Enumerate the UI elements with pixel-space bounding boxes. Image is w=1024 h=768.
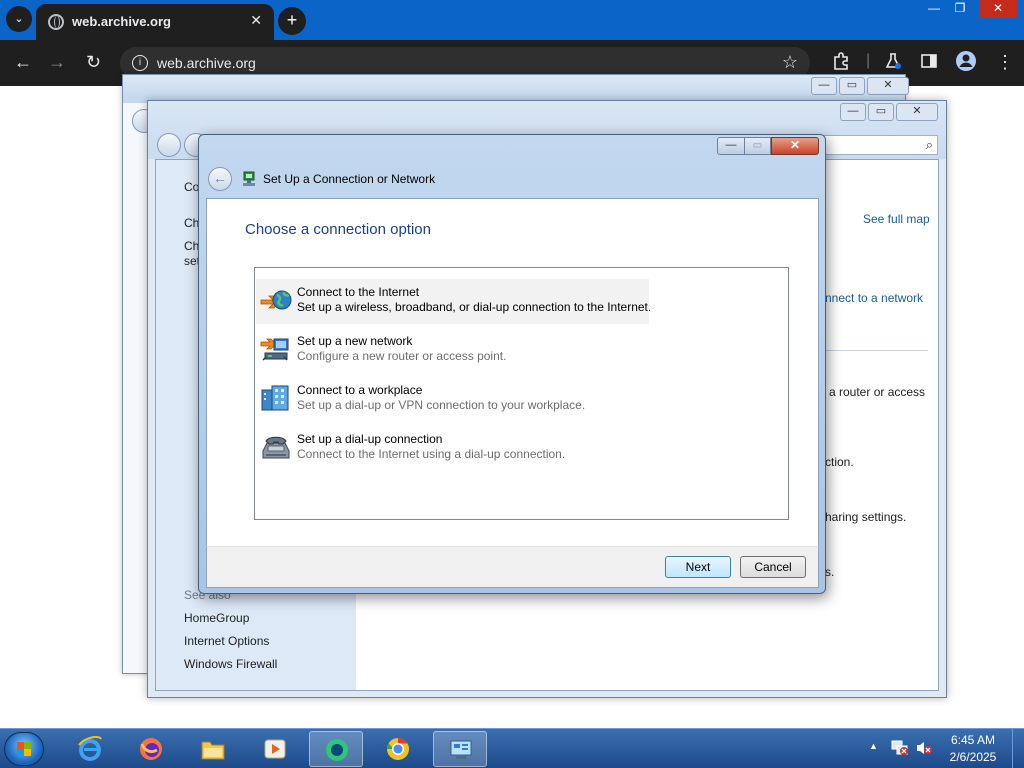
- option-title: Set up a dial-up connection: [297, 432, 443, 446]
- dialog-footer: Next Cancel: [206, 546, 819, 588]
- back-window-maximize-button[interactable]: ▭: [839, 77, 865, 95]
- setup-connection-dialog[interactable]: — ▭ ✕ ← Set Up a Connection or Network C…: [198, 134, 826, 594]
- option-title: Connect to the Internet: [297, 285, 420, 299]
- firefox-icon: [140, 738, 162, 760]
- folder-icon: [201, 741, 225, 760]
- address-url: web.archive.org: [157, 55, 256, 71]
- taskbar-control-panel[interactable]: [433, 731, 487, 767]
- back-button[interactable]: ←: [14, 52, 32, 73]
- option-dial-up[interactable]: Set up a dial-up connection Connect to t…: [256, 426, 649, 471]
- volume-muted-icon[interactable]: [915, 740, 933, 756]
- dialog-close-button[interactable]: ✕: [771, 137, 819, 155]
- browser-tabstrip: ⌄ web.archive.org ✕ + — ❐ ✕: [0, 0, 1024, 40]
- windows-taskbar: ▲ 6:45 AM 2/6/2025: [0, 728, 1024, 768]
- taskbar-media-player[interactable]: [248, 731, 302, 767]
- dialog-content: Choose a connection option Connect to th…: [206, 198, 819, 546]
- task-description-text: s.: [825, 565, 835, 579]
- network-window-minimize-button[interactable]: —: [840, 103, 866, 121]
- reload-button[interactable]: ↻: [86, 52, 101, 73]
- dialog-back-arrow-icon: ←: [208, 167, 232, 191]
- taskbar-chromium[interactable]: [371, 731, 425, 767]
- clock-time[interactable]: 6:45 AM: [944, 733, 1002, 747]
- labs-flask-icon[interactable]: [884, 52, 902, 75]
- side-panel-icon[interactable]: [920, 52, 938, 75]
- taskbar-firefox[interactable]: [124, 731, 178, 767]
- menu-kebab-icon[interactable]: ⋮: [996, 52, 1014, 73]
- control-panel-icon: [450, 740, 472, 759]
- media-player-icon: [264, 739, 286, 759]
- network-window-maximize-button[interactable]: ▭: [868, 103, 894, 121]
- globe-icon: [48, 14, 64, 30]
- back-window-close-button[interactable]: ✕: [867, 77, 909, 95]
- network-error-icon[interactable]: [891, 740, 909, 756]
- chromium-icon: [387, 738, 409, 760]
- dialog-heading: Choose a connection option: [245, 221, 431, 238]
- dialog-title: Set Up a Connection or Network: [263, 172, 436, 186]
- windows-firewall-link[interactable]: Windows Firewall: [184, 657, 277, 671]
- globe-network-icon: [260, 290, 292, 310]
- search-icon: ⌕: [925, 137, 933, 152]
- forward-button[interactable]: →: [48, 52, 66, 73]
- homegroup-link[interactable]: HomeGroup: [184, 611, 249, 625]
- network-window-back-icon[interactable]: [157, 133, 181, 157]
- window-restore-button[interactable]: ❐: [942, 0, 978, 18]
- start-button[interactable]: [4, 732, 44, 766]
- taskbar-internet-explorer[interactable]: [63, 731, 117, 767]
- browser-tab[interactable]: web.archive.org ✕: [36, 4, 274, 40]
- option-description: Configure a new router or access point.: [297, 349, 507, 363]
- toolbar-divider: |: [866, 52, 871, 69]
- new-tab-button[interactable]: +: [278, 7, 306, 35]
- tab-search-button[interactable]: ⌄: [6, 6, 32, 32]
- option-description: Connect to the Internet using a dial-up …: [297, 447, 566, 461]
- task-description-text: ction.: [825, 455, 854, 469]
- internet-explorer-icon: [78, 736, 102, 761]
- window-close-button[interactable]: ✕: [979, 0, 1017, 18]
- section-divider: [820, 350, 928, 351]
- bookmark-star-icon[interactable]: ☆: [782, 52, 798, 73]
- cancel-button[interactable]: Cancel: [740, 556, 806, 578]
- connect-to-network-link[interactable]: nnect to a network: [825, 291, 923, 305]
- taskbar-windows-explorer[interactable]: [186, 731, 240, 767]
- dialog-minimize-button[interactable]: —: [717, 137, 745, 155]
- option-title: Set up a new network: [297, 334, 413, 348]
- option-new-network[interactable]: Set up a new network Configure a new rou…: [256, 328, 649, 373]
- back-window-minimize-button[interactable]: —: [811, 77, 837, 95]
- option-title: Connect to a workplace: [297, 383, 423, 397]
- active-app-icon: [326, 739, 348, 761]
- option-description: Set up a wireless, broadband, or dial-up…: [297, 300, 652, 314]
- network-window-close-button[interactable]: ✕: [896, 103, 938, 121]
- tab-title: web.archive.org: [72, 14, 171, 29]
- show-desktop-button[interactable]: [1012, 729, 1024, 768]
- see-full-map-link[interactable]: See full map: [863, 212, 930, 226]
- show-hidden-icons-button[interactable]: ▲: [869, 741, 878, 751]
- task-description-text: haring settings.: [825, 510, 907, 524]
- clock-date[interactable]: 2/6/2025: [944, 750, 1002, 764]
- dialog-maximize-button: ▭: [745, 137, 771, 155]
- site-info-icon[interactable]: i: [132, 55, 148, 71]
- taskbar-active-app[interactable]: [309, 731, 363, 767]
- workplace-icon: [261, 385, 289, 411]
- back-window-titlebar: [123, 75, 905, 103]
- new-network-icon: [260, 338, 289, 361]
- task-description-text: a router or access: [829, 385, 926, 399]
- option-connect-internet[interactable]: Connect to the Internet Set up a wireles…: [256, 279, 652, 324]
- tab-close-icon[interactable]: ✕: [250, 12, 262, 29]
- internet-options-link[interactable]: Internet Options: [184, 634, 269, 648]
- network-setup-icon: [243, 171, 255, 186]
- connection-option-list: Connect to the Internet Set up a wireles…: [254, 267, 789, 520]
- option-description: Set up a dial-up or VPN connection to yo…: [297, 398, 586, 412]
- phone-modem-icon: [262, 436, 290, 459]
- profile-avatar-icon[interactable]: [955, 50, 977, 77]
- option-connect-workplace[interactable]: Connect to a workplace Set up a dial-up …: [256, 377, 649, 422]
- next-button[interactable]: Next: [665, 556, 731, 578]
- extensions-icon[interactable]: [832, 52, 850, 75]
